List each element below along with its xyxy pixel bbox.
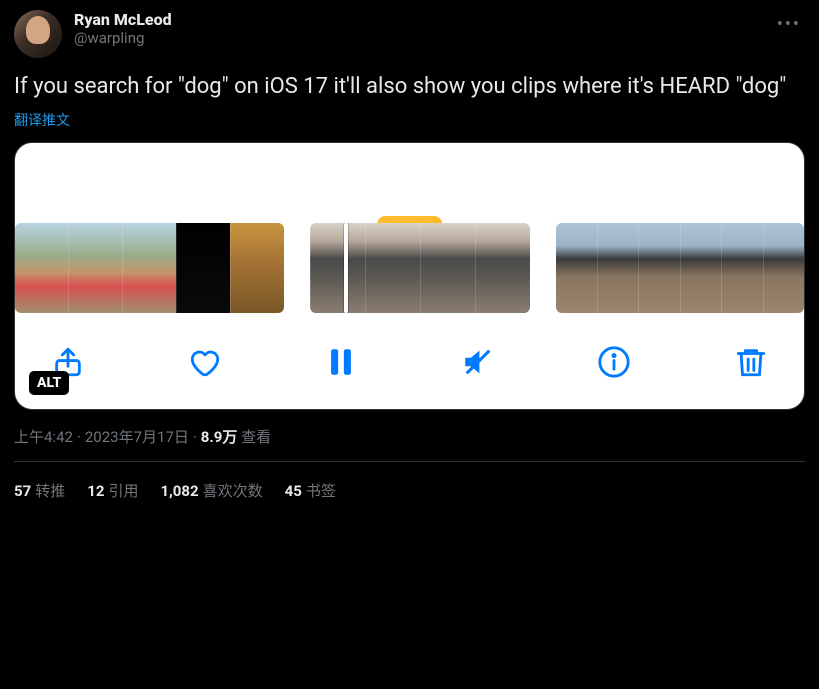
tweet-meta: 上午4:42·2023年7月17日·8.9万 查看 xyxy=(14,426,805,462)
tweet-date[interactable]: 2023年7月17日 xyxy=(85,428,189,446)
tweet-text: If you search for "dog" on iOS 17 it'll … xyxy=(14,72,805,102)
heart-icon[interactable] xyxy=(188,345,222,379)
tweet-time[interactable]: 上午4:42 xyxy=(14,428,73,446)
stats-row: 57转推 12引用 1,082喜欢次数 45书签 xyxy=(14,462,805,507)
clip-frame xyxy=(68,223,122,313)
alt-badge[interactable]: ALT xyxy=(29,371,69,395)
likes-stat[interactable]: 1,082喜欢次数 xyxy=(160,480,262,501)
display-name: Ryan McLeod xyxy=(74,10,761,29)
views-count: 8.9万 xyxy=(201,428,238,446)
avatar[interactable] xyxy=(14,10,62,58)
filmstrip[interactable] xyxy=(15,223,804,321)
info-icon[interactable] xyxy=(597,345,631,379)
clip-frame xyxy=(122,223,176,313)
playhead[interactable] xyxy=(344,223,348,313)
clip-frame xyxy=(15,223,68,313)
clip-frame xyxy=(638,223,679,313)
media-controls xyxy=(15,321,804,409)
media-top-space xyxy=(15,143,804,223)
clip-frame xyxy=(176,223,230,313)
translate-link[interactable]: 翻译推文 xyxy=(14,110,70,130)
clip-frame xyxy=(420,223,475,313)
handle: @warpling xyxy=(74,29,761,47)
trash-icon[interactable] xyxy=(734,345,768,379)
views-label: 查看 xyxy=(241,428,271,446)
retweets-stat[interactable]: 57转推 xyxy=(14,480,65,501)
clip-frame xyxy=(310,223,365,313)
clip-frame xyxy=(721,223,762,313)
clip-frame xyxy=(556,223,596,313)
clip-group[interactable] xyxy=(15,223,284,313)
media-card[interactable]: "dog" xyxy=(14,142,805,410)
clip-group[interactable] xyxy=(310,223,530,313)
clip-frame xyxy=(365,223,420,313)
clip-frame xyxy=(680,223,721,313)
mute-icon[interactable] xyxy=(461,345,495,379)
clip-frame xyxy=(230,223,284,313)
clip-frame xyxy=(763,223,804,313)
bookmarks-stat[interactable]: 45书签 xyxy=(285,480,336,501)
clip-frame xyxy=(475,223,530,313)
author-name-block[interactable]: Ryan McLeod @warpling xyxy=(74,10,761,47)
pause-icon[interactable] xyxy=(324,345,358,379)
clip-frame xyxy=(597,223,638,313)
more-icon[interactable]: ••• xyxy=(773,10,805,39)
clip-group[interactable] xyxy=(556,223,804,313)
quotes-stat[interactable]: 12引用 xyxy=(87,480,138,501)
tweet-header: Ryan McLeod @warpling ••• xyxy=(14,10,805,58)
